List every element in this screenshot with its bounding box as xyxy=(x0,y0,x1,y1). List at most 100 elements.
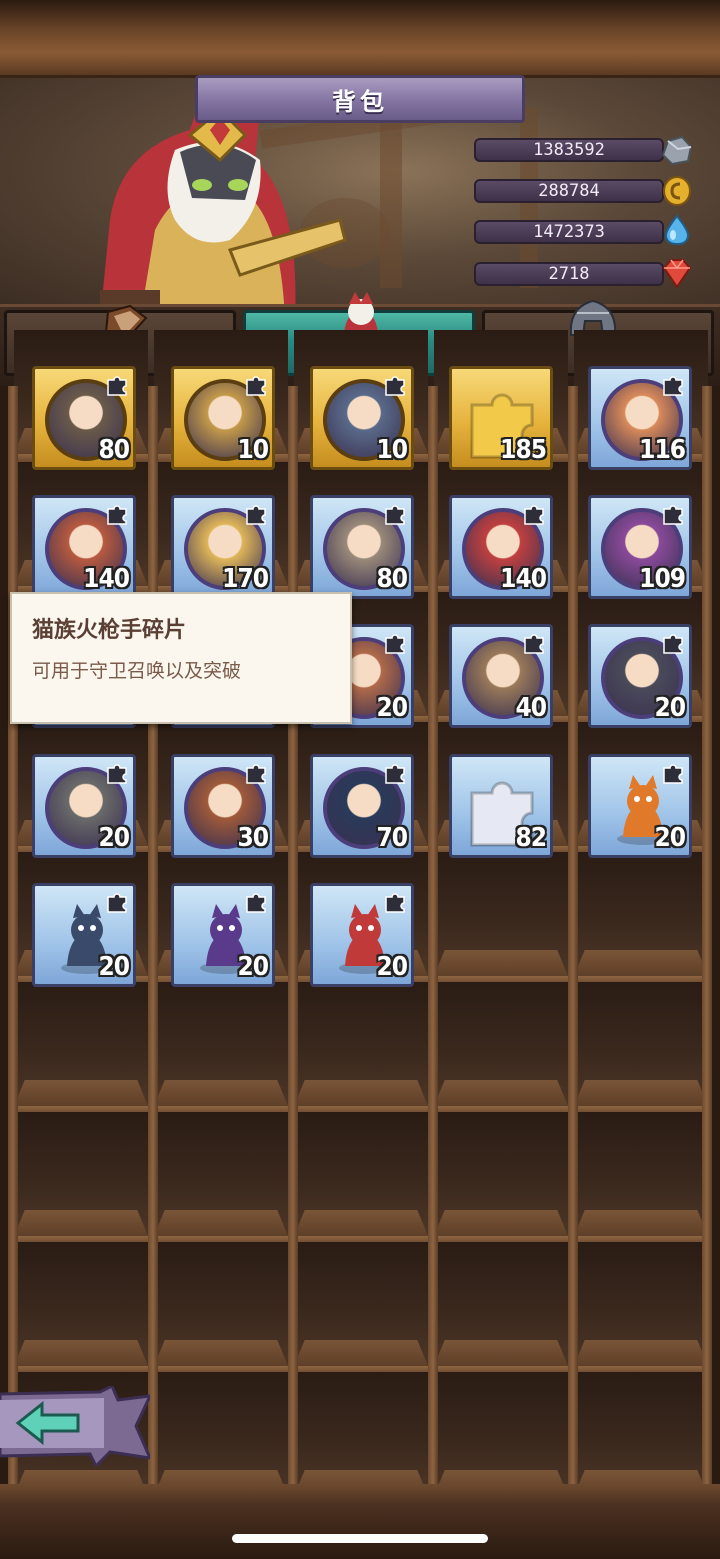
fragment-card[interactable]: 40 xyxy=(449,624,553,728)
shelf-post xyxy=(8,386,18,1486)
fragment-card[interactable]: 140 xyxy=(32,495,136,599)
shelf-cell xyxy=(14,982,148,1106)
fragment-card[interactable]: 20 xyxy=(588,624,692,728)
shelf-post xyxy=(148,386,158,1486)
fragment-card[interactable]: 20 xyxy=(588,754,692,858)
shelf-cell xyxy=(154,982,288,1106)
fragment-card[interactable]: 80 xyxy=(32,366,136,470)
shelf-post xyxy=(288,386,298,1486)
fragment-count: 109 xyxy=(639,564,686,594)
fragment-card[interactable]: 20 xyxy=(32,754,136,858)
puzzle-badge-icon xyxy=(107,505,127,525)
fragment-card[interactable]: 116 xyxy=(588,366,692,470)
resource-counter-water: 1472373 xyxy=(474,220,664,244)
shelf-cell xyxy=(574,982,708,1106)
puzzle-badge-icon xyxy=(107,764,127,784)
fragment-count: 140 xyxy=(500,564,547,594)
fragment-card[interactable]: 20 xyxy=(171,883,275,987)
shelf-cell xyxy=(294,1242,428,1366)
bottom-frame xyxy=(0,1484,720,1559)
fragment-card[interactable]: 185 xyxy=(449,366,553,470)
shelf-cell xyxy=(154,1242,288,1366)
puzzle-badge-icon xyxy=(246,505,266,525)
fragment-card[interactable]: 170 xyxy=(171,495,275,599)
cat-gunner-hero-illustration xyxy=(100,100,347,320)
page-title: 背包 xyxy=(195,75,525,123)
fragment-count: 20 xyxy=(237,952,269,982)
fragment-card[interactable]: 70 xyxy=(310,754,414,858)
fragment-card[interactable]: 82 xyxy=(449,754,553,858)
fragment-count: 80 xyxy=(98,435,130,465)
shelf-cell xyxy=(294,1112,428,1236)
item-tooltip: 猫族火枪手碎片 可用于守卫召唤以及突破 xyxy=(10,592,352,724)
fragment-card[interactable]: 30 xyxy=(171,754,275,858)
fragment-count: 20 xyxy=(654,693,686,723)
shelf-cell xyxy=(434,852,568,976)
shelf-cell xyxy=(14,1242,148,1366)
red-gem-icon xyxy=(662,259,692,289)
puzzle-badge-icon xyxy=(246,893,266,913)
puzzle-badge-icon xyxy=(663,376,683,396)
fragment-count: 10 xyxy=(237,435,269,465)
fragment-count: 170 xyxy=(222,564,269,594)
shelf-cell xyxy=(154,1372,288,1496)
shelf-cell xyxy=(14,1112,148,1236)
top-frame xyxy=(0,0,720,78)
fragment-card[interactable]: 140 xyxy=(449,495,553,599)
resource-counter-gem: 2718 xyxy=(474,262,664,286)
puzzle-badge-icon xyxy=(246,764,266,784)
puzzle-badge-icon xyxy=(385,634,405,654)
fragment-count: 30 xyxy=(237,823,269,853)
fragment-count: 20 xyxy=(98,823,130,853)
puzzle-badge-icon xyxy=(107,893,127,913)
fragment-count: 82 xyxy=(515,823,547,853)
fragment-count: 20 xyxy=(98,952,130,982)
resource-counter-stone: 1383592 xyxy=(474,138,664,162)
puzzle-badge-icon xyxy=(246,376,266,396)
fragment-card[interactable]: 10 xyxy=(310,366,414,470)
puzzle-badge-icon xyxy=(385,764,405,784)
shelf-post xyxy=(702,386,712,1486)
shelf-cell xyxy=(574,1112,708,1236)
shelf-post xyxy=(568,386,578,1486)
fragment-count: 10 xyxy=(376,435,408,465)
puzzle-badge-icon xyxy=(524,634,544,654)
tooltip-title: 猫族火枪手碎片 xyxy=(32,618,187,643)
ore-stone-icon xyxy=(661,135,693,166)
fragment-count: 116 xyxy=(639,435,686,465)
fragment-count: 80 xyxy=(376,564,408,594)
fragment-card[interactable]: 109 xyxy=(588,495,692,599)
fragment-card[interactable]: 20 xyxy=(32,883,136,987)
shelf-cell xyxy=(434,1112,568,1236)
fragment-count: 185 xyxy=(500,435,547,465)
fragment-count: 20 xyxy=(376,693,408,723)
fragment-card[interactable]: 20 xyxy=(310,883,414,987)
shelf-post xyxy=(428,386,438,1486)
gold-coin-icon xyxy=(663,176,691,206)
fragment-card[interactable]: 10 xyxy=(171,366,275,470)
shelf-cell xyxy=(154,1112,288,1236)
puzzle-badge-icon xyxy=(385,376,405,396)
fragment-count: 20 xyxy=(654,823,686,853)
puzzle-badge-icon xyxy=(107,376,127,396)
shelf-cell xyxy=(434,1372,568,1496)
puzzle-badge-icon xyxy=(663,634,683,654)
fragment-count: 70 xyxy=(376,823,408,853)
shelf-cell xyxy=(574,852,708,976)
puzzle-badge-icon xyxy=(385,505,405,525)
puzzle-badge-icon xyxy=(663,505,683,525)
fragment-card[interactable]: 80 xyxy=(310,495,414,599)
shelf-cell xyxy=(574,1372,708,1496)
fragment-count: 20 xyxy=(376,952,408,982)
back-button[interactable] xyxy=(0,1386,150,1466)
shelf-cell xyxy=(434,982,568,1106)
shelf-cell xyxy=(574,1242,708,1366)
resource-counter-gold: 288784 xyxy=(474,179,664,203)
puzzle-badge-icon xyxy=(663,764,683,784)
puzzle-badge-icon xyxy=(385,893,405,913)
shelf-cell xyxy=(434,1242,568,1366)
shelf-cell xyxy=(294,1372,428,1496)
tooltip-description: 可用于守卫召唤以及突破 xyxy=(32,660,242,682)
home-indicator xyxy=(232,1534,488,1543)
puzzle-badge-icon xyxy=(524,505,544,525)
